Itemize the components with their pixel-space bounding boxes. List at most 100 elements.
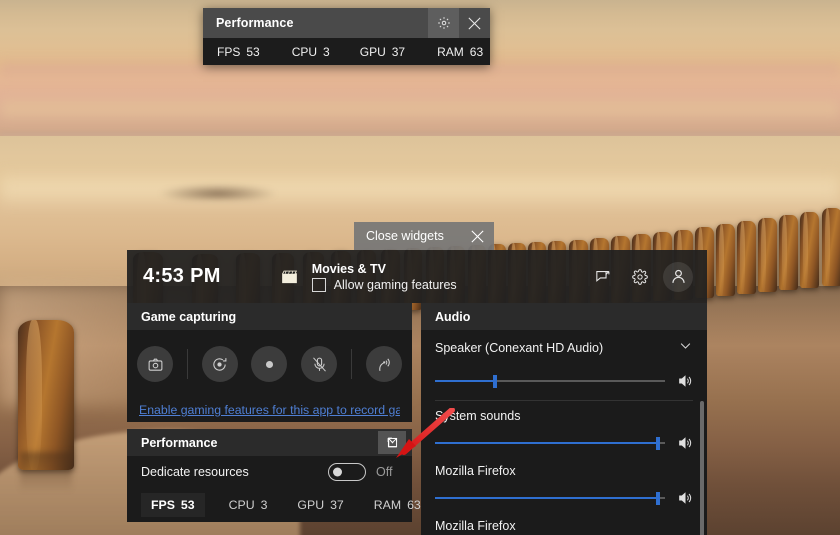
game-capturing-title: Game capturing <box>141 310 406 324</box>
allow-gaming-features-checkbox[interactable] <box>312 278 326 292</box>
gamebar-left-column: Game capturing <box>127 303 412 535</box>
audio-mixer-label: System sounds <box>435 409 695 423</box>
speaker-volume-icon[interactable] <box>675 373 695 389</box>
wallpaper-post-foreground <box>18 320 74 470</box>
close-widgets-label: Close widgets <box>354 229 460 243</box>
audio-device-selector[interactable]: Speaker (Conexant HD Audio) <box>421 330 707 366</box>
divider <box>435 400 693 401</box>
audio-mixer-volume-row[interactable] <box>421 483 707 513</box>
gear-icon[interactable] <box>625 262 655 292</box>
broadcast-button[interactable] <box>366 346 402 382</box>
perf-stat-cpu[interactable]: CPU 3 <box>229 498 268 512</box>
overlay-stat-fps: FPS 53 <box>217 45 260 59</box>
game-capturing-panel: Game capturing <box>127 303 412 422</box>
divider <box>187 349 188 379</box>
audio-panel-header: Audio <box>421 303 707 330</box>
perf-stat-gpu[interactable]: GPU 37 <box>297 498 343 512</box>
audio-mixer-item: System sounds <box>421 403 707 428</box>
close-icon[interactable] <box>460 222 494 250</box>
wallpaper-distant-rock <box>158 184 278 200</box>
wallpaper-post <box>716 224 735 296</box>
start-recording-button[interactable] <box>251 346 287 382</box>
divider <box>351 349 352 379</box>
gamebar-header: 4:53 PM Movies & TV Allow gaming feature… <box>127 250 707 303</box>
overlay-stat-label: FPS <box>217 45 240 59</box>
dedicate-resources-row[interactable]: Dedicate resources Off <box>127 456 412 488</box>
gamebar-body: Game capturing <box>127 303 707 535</box>
speaker-volume-icon[interactable] <box>675 490 695 506</box>
speaker-volume-icon[interactable] <box>675 435 695 451</box>
perf-stat-value: 63 <box>407 498 421 512</box>
overlay-stat-label: RAM <box>437 45 464 59</box>
performance-overlay-title: Performance <box>203 16 428 30</box>
perf-stat-fps[interactable]: FPS 53 <box>141 493 205 517</box>
overlay-stat-label: GPU <box>360 45 386 59</box>
audio-mixer-label: Mozilla Firefox <box>435 519 695 533</box>
clock: 4:53 PM <box>143 265 221 288</box>
movie-clapperboard-icon <box>281 269 298 284</box>
overlay-stat-gpu: GPU 37 <box>360 45 405 59</box>
audio-mixer-label: Mozilla Firefox <box>435 464 695 478</box>
slider-thumb[interactable] <box>493 375 497 388</box>
slider-thumb[interactable] <box>656 492 660 505</box>
perf-stat-label: GPU <box>297 498 324 512</box>
slider-fill <box>435 442 658 444</box>
screenshot-button[interactable] <box>137 346 173 382</box>
audio-device-volume-row[interactable] <box>421 366 707 396</box>
overlay-stat-value: 63 <box>470 45 483 59</box>
overlay-stat-value: 53 <box>246 45 259 59</box>
perf-stat-value: 37 <box>330 498 344 512</box>
enable-gaming-features-link-row[interactable]: Enable gaming features for this app to r… <box>127 398 412 422</box>
gear-icon[interactable] <box>428 8 459 38</box>
slider-thumb[interactable] <box>656 437 660 450</box>
enable-gaming-features-link[interactable]: Enable gaming features for this app to r… <box>139 403 400 417</box>
overlay-stat-ram: RAM 63 <box>437 45 483 59</box>
close-widgets-tooltip[interactable]: Close widgets <box>354 222 494 250</box>
performance-overlay-widget[interactable]: Performance FPS 53 CPU 3 GPU 37 RAM <box>203 8 490 65</box>
performance-overlay-titlebar[interactable]: Performance <box>203 8 490 38</box>
record-last-30-seconds-button[interactable] <box>202 346 238 382</box>
performance-overlay-stats: FPS 53 CPU 3 GPU 37 RAM 63 <box>203 38 490 65</box>
gamebar-header-actions <box>587 262 693 292</box>
pop-out-icon[interactable] <box>378 431 406 454</box>
audio-device-name: Speaker (Conexant HD Audio) <box>435 341 678 355</box>
audio-panel-scrollbar[interactable] <box>700 401 704 535</box>
account-avatar-icon[interactable] <box>663 262 693 292</box>
dedicate-resources-toggle[interactable] <box>328 463 366 481</box>
overlay-stat-value: 3 <box>323 45 330 59</box>
performance-panel-header: Performance <box>127 429 412 456</box>
dedicate-resources-state: Off <box>376 465 398 479</box>
xbox-game-bar[interactable]: 4:53 PM Movies & TV Allow gaming feature… <box>127 250 707 535</box>
audio-device-volume-slider[interactable] <box>435 374 665 388</box>
audio-mixer-volume-slider[interactable] <box>435 491 665 505</box>
overlay-stat-label: CPU <box>292 45 317 59</box>
wallpaper-sea-shimmer <box>0 170 840 210</box>
audio-mixer-item: Mozilla Firefox <box>421 458 707 483</box>
wallpaper-post-reflection <box>20 452 72 492</box>
perf-stat-ram[interactable]: RAM 63 <box>374 498 421 512</box>
performance-stats-row: FPS 53 CPU 3 GPU 37 RAM <box>127 488 412 522</box>
overlay-stat-cpu: CPU 3 <box>292 45 330 59</box>
allow-gaming-features-row[interactable]: Allow gaming features <box>312 278 457 292</box>
perf-stat-label: CPU <box>229 498 255 512</box>
wallpaper-post <box>737 221 756 294</box>
wallpaper-post <box>822 208 840 286</box>
audio-panel-title: Audio <box>435 310 701 324</box>
audio-mixer-volume-slider[interactable] <box>435 436 665 450</box>
audio-mixer-item: Mozilla Firefox <box>421 513 707 535</box>
dedicate-resources-label: Dedicate resources <box>141 465 328 479</box>
widget-menu-icon[interactable] <box>587 262 617 292</box>
audio-mixer-volume-row[interactable] <box>421 428 707 458</box>
wallpaper-post <box>758 218 777 292</box>
chevron-down-icon[interactable] <box>678 338 693 358</box>
slider-fill <box>435 380 495 382</box>
audio-panel: Audio Speaker (Conexant HD Audio) <box>421 303 707 535</box>
perf-stat-label: FPS <box>151 498 175 512</box>
performance-panel: Performance Dedicate <box>127 429 412 522</box>
performance-panel-body: Dedicate resources Off FPS 53 CPU <box>127 456 412 522</box>
perf-stat-value: 3 <box>261 498 268 512</box>
close-icon[interactable] <box>459 8 490 38</box>
allow-gaming-features-label: Allow gaming features <box>334 278 457 292</box>
wallpaper-cloud-band <box>0 96 840 122</box>
microphone-muted-button[interactable] <box>301 346 337 382</box>
